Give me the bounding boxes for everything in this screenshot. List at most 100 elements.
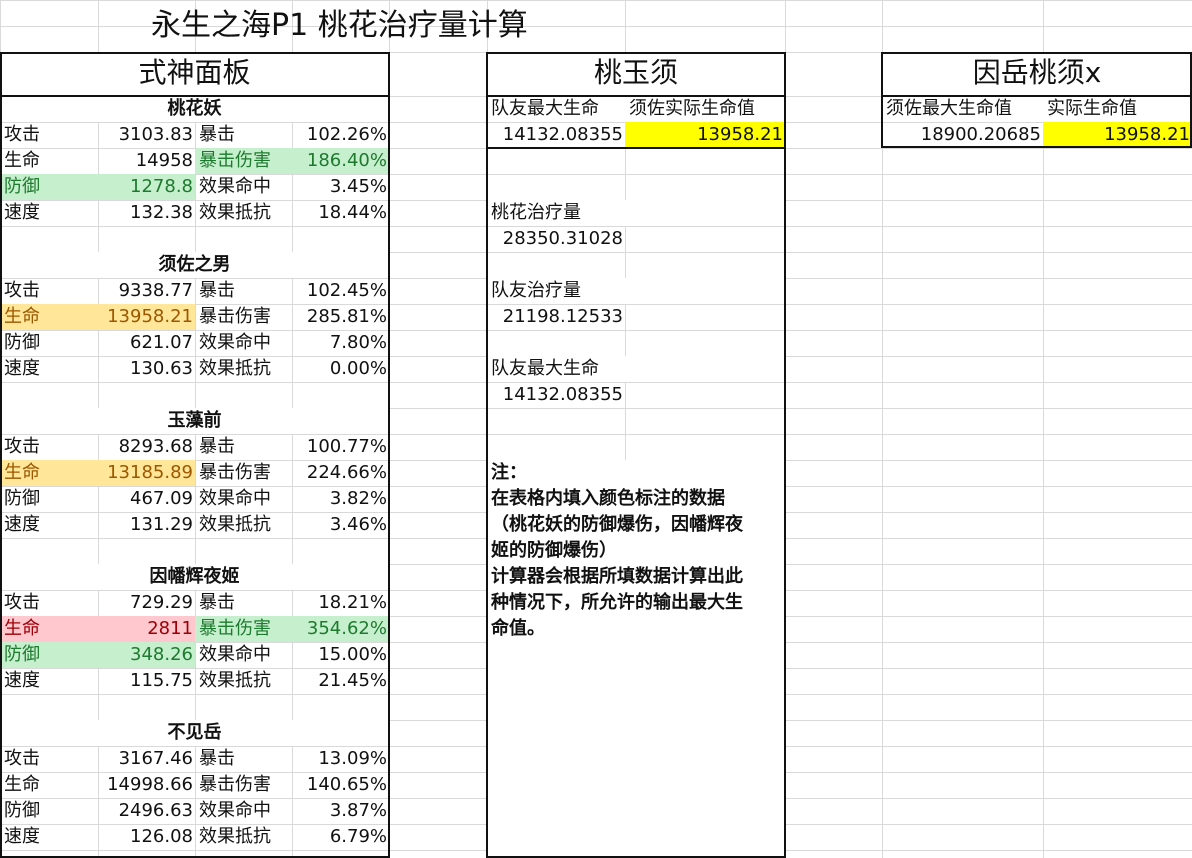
stat-label[interactable]: 暴击 bbox=[195, 122, 292, 148]
stat-value[interactable]: 126.08 bbox=[98, 824, 195, 850]
stat-value[interactable]: 354.62% bbox=[292, 616, 389, 642]
peach-heal-value[interactable]: 28350.31028 bbox=[487, 226, 625, 252]
stat-value[interactable]: 13.09% bbox=[292, 746, 389, 772]
character-name: 不见岳 bbox=[0, 720, 389, 746]
stat-value[interactable]: 3.46% bbox=[292, 512, 389, 538]
stat-label[interactable]: 暴击 bbox=[195, 590, 292, 616]
stat-value[interactable]: 102.26% bbox=[292, 122, 389, 148]
stat-value[interactable]: 224.66% bbox=[292, 460, 389, 486]
stat-label[interactable]: 效果命中 bbox=[195, 798, 292, 824]
stat-value[interactable]: 9338.77 bbox=[98, 278, 195, 304]
taoyuxu-row-divider bbox=[486, 147, 786, 149]
stat-label[interactable]: 效果命中 bbox=[195, 486, 292, 512]
stat-value[interactable]: 130.63 bbox=[98, 356, 195, 382]
stat-label[interactable]: 效果抵抗 bbox=[195, 200, 292, 226]
stat-label[interactable]: 防御 bbox=[0, 798, 98, 824]
ally-max-hp2-value[interactable]: 14132.08355 bbox=[487, 382, 625, 408]
stat-value[interactable]: 3.87% bbox=[292, 798, 389, 824]
stat-label[interactable]: 生命 bbox=[0, 460, 98, 486]
stat-label[interactable]: 生命 bbox=[0, 772, 98, 798]
ally-max-hp-value[interactable]: 14132.08355 bbox=[487, 122, 625, 148]
stat-label[interactable]: 暴击伤害 bbox=[195, 304, 292, 330]
stat-label[interactable]: 攻击 bbox=[0, 278, 98, 304]
stat-label[interactable]: 生命 bbox=[0, 148, 98, 174]
stat-label[interactable]: 速度 bbox=[0, 668, 98, 694]
stat-value[interactable]: 1278.8 bbox=[98, 174, 195, 200]
susano-actual-hp-label: 须佐实际生命值 bbox=[625, 96, 785, 122]
stat-value[interactable]: 102.45% bbox=[292, 278, 389, 304]
note-line: 种情况下，所允许的输出最大生 bbox=[491, 592, 743, 613]
stat-label[interactable]: 暴击伤害 bbox=[195, 616, 292, 642]
stat-label[interactable]: 攻击 bbox=[0, 122, 98, 148]
stat-value[interactable]: 21.45% bbox=[292, 668, 389, 694]
stat-value[interactable]: 15.00% bbox=[292, 642, 389, 668]
stat-label[interactable]: 生命 bbox=[0, 304, 98, 330]
stat-label[interactable]: 速度 bbox=[0, 356, 98, 382]
stat-value[interactable]: 0.00% bbox=[292, 356, 389, 382]
stat-label[interactable]: 暴击伤害 bbox=[195, 460, 292, 486]
stat-label[interactable]: 效果抵抗 bbox=[195, 668, 292, 694]
stat-label[interactable]: 暴击伤害 bbox=[195, 148, 292, 174]
stat-value[interactable]: 621.07 bbox=[98, 330, 195, 356]
stat-value[interactable]: 115.75 bbox=[98, 668, 195, 694]
stat-value[interactable]: 18.21% bbox=[292, 590, 389, 616]
stat-label[interactable]: 暴击 bbox=[195, 278, 292, 304]
note-line: （桃花妖的防御爆伤，因幡辉夜 bbox=[491, 514, 743, 535]
stat-value[interactable]: 3103.83 bbox=[98, 122, 195, 148]
stat-value[interactable]: 140.65% bbox=[292, 772, 389, 798]
character-name: 须佐之男 bbox=[0, 252, 389, 278]
stat-value[interactable]: 6.79% bbox=[292, 824, 389, 850]
stat-value[interactable]: 2496.63 bbox=[98, 798, 195, 824]
yinyue-header-divider bbox=[881, 95, 1192, 97]
susano-max-hp-value[interactable]: 18900.20685 bbox=[882, 122, 1043, 148]
stat-value[interactable]: 729.29 bbox=[98, 590, 195, 616]
stat-label[interactable]: 效果命中 bbox=[195, 174, 292, 200]
stat-label[interactable]: 效果命中 bbox=[195, 642, 292, 668]
stat-value[interactable]: 14998.66 bbox=[98, 772, 195, 798]
stat-label[interactable]: 效果命中 bbox=[195, 330, 292, 356]
stat-label[interactable]: 防御 bbox=[0, 642, 98, 668]
stat-value[interactable]: 285.81% bbox=[292, 304, 389, 330]
stat-value[interactable]: 100.77% bbox=[292, 434, 389, 460]
stat-label[interactable]: 防御 bbox=[0, 486, 98, 512]
susano-actual-hp-value[interactable]: 13958.21 bbox=[625, 122, 785, 148]
stat-label[interactable]: 速度 bbox=[0, 200, 98, 226]
note-line: 在表格内填入颜色标注的数据 bbox=[491, 488, 725, 509]
stat-value[interactable]: 8293.68 bbox=[98, 434, 195, 460]
ally-heal-label: 队友治疗量 bbox=[487, 278, 785, 304]
stat-value[interactable]: 3.45% bbox=[292, 174, 389, 200]
stat-label[interactable]: 防御 bbox=[0, 330, 98, 356]
stat-label[interactable]: 暴击 bbox=[195, 434, 292, 460]
stat-value[interactable]: 348.26 bbox=[98, 642, 195, 668]
stat-label[interactable]: 攻击 bbox=[0, 746, 98, 772]
stat-value[interactable]: 7.80% bbox=[292, 330, 389, 356]
stat-value[interactable]: 131.29 bbox=[98, 512, 195, 538]
actual-hp-value[interactable]: 13958.21 bbox=[1043, 122, 1192, 148]
stat-label[interactable]: 暴击伤害 bbox=[195, 772, 292, 798]
stat-label[interactable]: 效果抵抗 bbox=[195, 356, 292, 382]
stat-value[interactable]: 13185.89 bbox=[98, 460, 195, 486]
stat-value[interactable]: 3.82% bbox=[292, 486, 389, 512]
actual-hp-label: 实际生命值 bbox=[1043, 96, 1192, 122]
stat-value[interactable]: 132.38 bbox=[98, 200, 195, 226]
stat-label[interactable]: 防御 bbox=[0, 174, 98, 200]
ally-heal-value[interactable]: 21198.12533 bbox=[487, 304, 625, 330]
stat-label[interactable]: 生命 bbox=[0, 616, 98, 642]
stat-label[interactable]: 效果抵抗 bbox=[195, 824, 292, 850]
stat-label[interactable]: 攻击 bbox=[0, 590, 98, 616]
stat-label[interactable]: 暴击 bbox=[195, 746, 292, 772]
stat-value[interactable]: 186.40% bbox=[292, 148, 389, 174]
stat-value[interactable]: 18.44% bbox=[292, 200, 389, 226]
taoyuxu-header: 桃玉须 bbox=[487, 52, 785, 96]
stat-value[interactable]: 2811 bbox=[98, 616, 195, 642]
stat-label[interactable]: 速度 bbox=[0, 512, 98, 538]
stat-value[interactable]: 13958.21 bbox=[98, 304, 195, 330]
stat-label[interactable]: 攻击 bbox=[0, 434, 98, 460]
stat-label[interactable]: 效果抵抗 bbox=[195, 512, 292, 538]
susano-max-hp-label: 须佐最大生命值 bbox=[882, 96, 1043, 122]
stat-value[interactable]: 467.09 bbox=[98, 486, 195, 512]
stat-value[interactable]: 14958 bbox=[98, 148, 195, 174]
character-name: 桃花妖 bbox=[0, 96, 389, 122]
stat-value[interactable]: 3167.46 bbox=[98, 746, 195, 772]
stat-label[interactable]: 速度 bbox=[0, 824, 98, 850]
